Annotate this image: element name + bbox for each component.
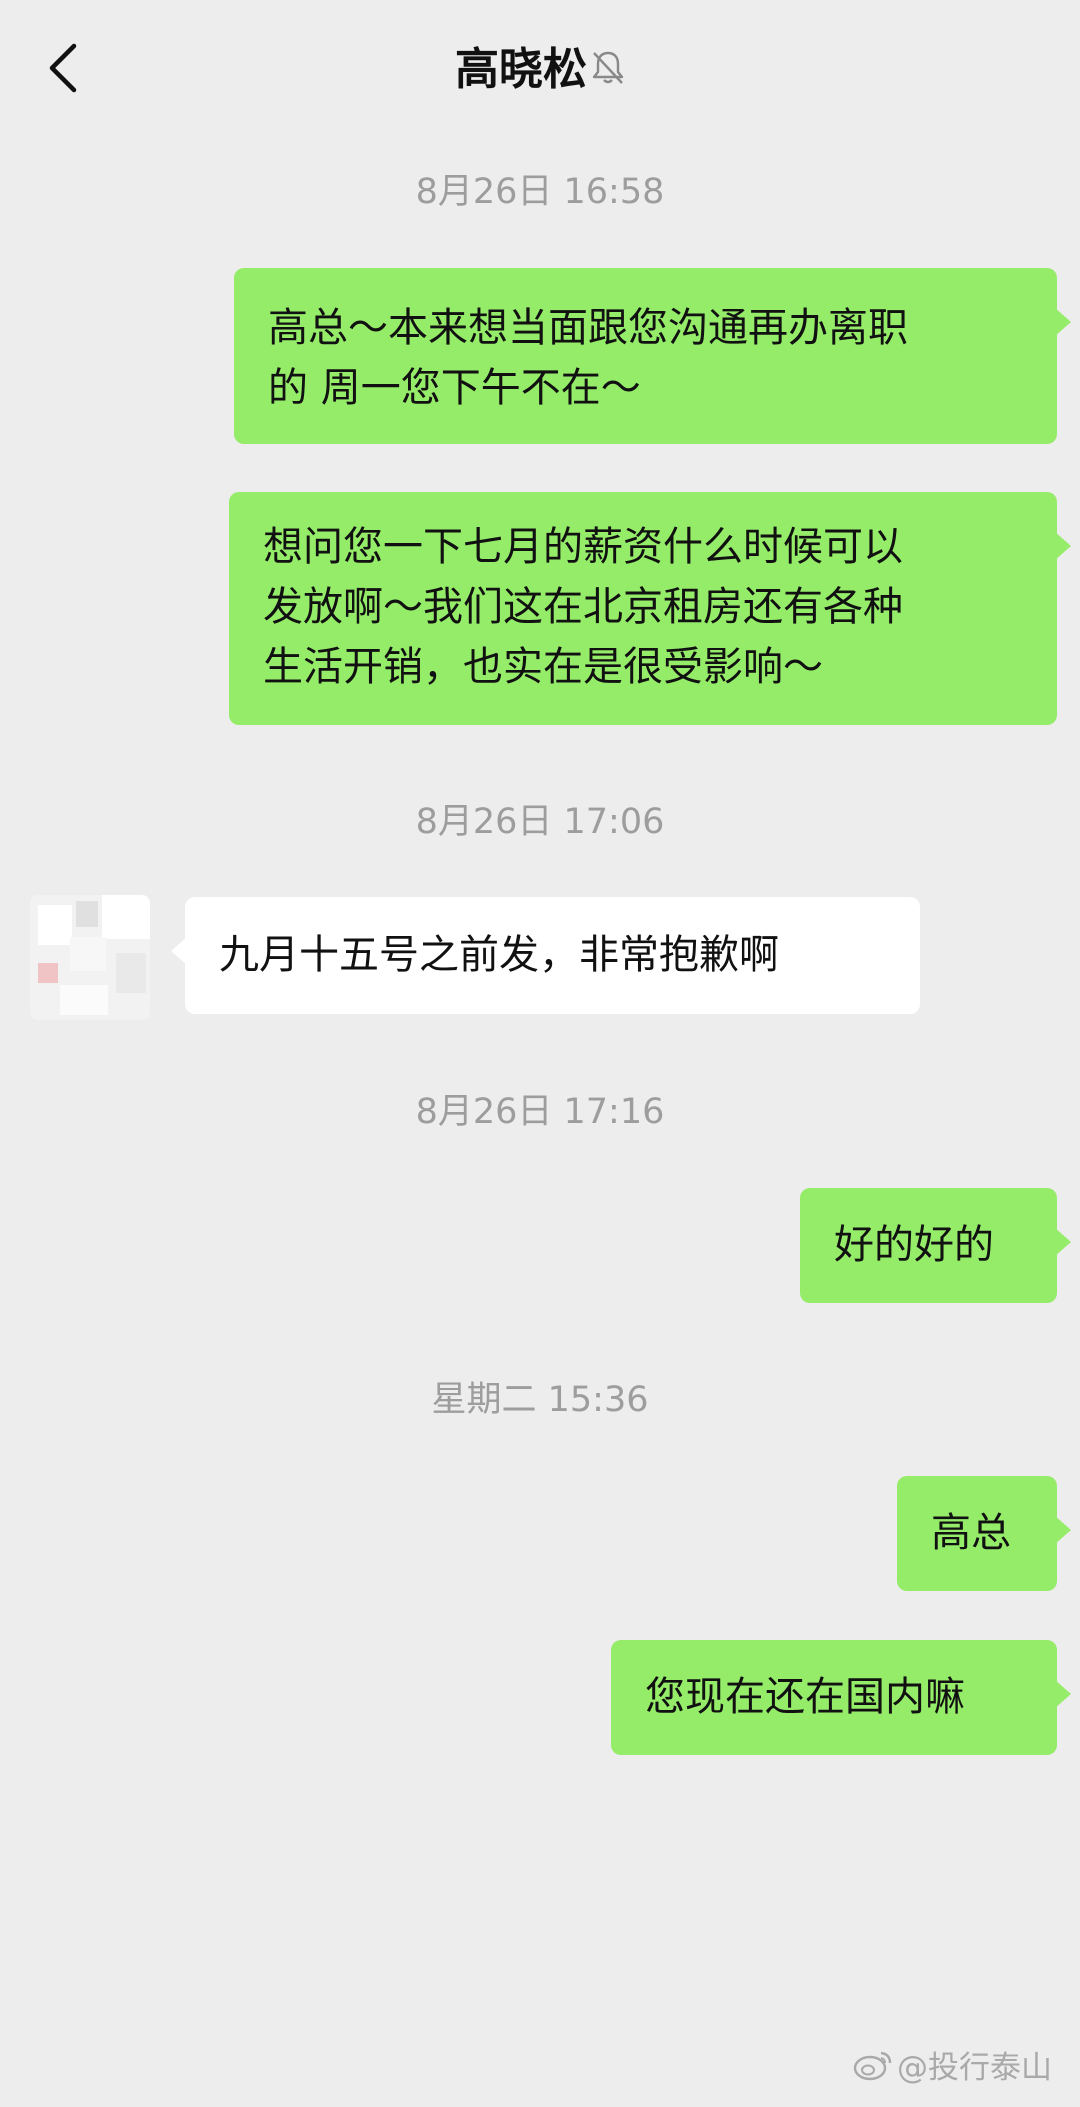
sent-message-bubble[interactable]: 高总～本来想当面跟您沟通再办离职 的 周一您下午不在～ [234,268,1071,444]
sent-message-bubble[interactable]: 高总 [897,1476,1071,1591]
sent-message-bubble[interactable]: 想问您一下七月的薪资什么时候可以 发放啊～我们这在北京租房还有各种 生活开销，也… [229,492,1071,725]
chat-title: 高晓松 [0,30,1080,110]
muted-bell-icon [592,51,624,84]
watermark-text: @投行泰山 [897,2050,1052,2086]
message-line: 的 周一您下午不在～ [268,365,641,411]
sent-message-bubble[interactable]: 您现在还在国内嘛 [611,1640,1071,1755]
timestamp: 8月26日 17:16 [415,1092,665,1132]
message-line: 高总～本来想当面跟您沟通再办离职 [268,305,908,351]
message-line: 想问您一下七月的薪资什么时候可以 [263,524,903,570]
timestamp: 星期二 15:36 [431,1380,649,1420]
message-line: 好的好的 [834,1222,994,1268]
chat-header: 高晓松 [0,0,1080,140]
avatar[interactable] [30,895,150,1020]
message-line: 高总 [931,1510,1011,1556]
weibo-logo-icon [853,2051,892,2080]
sent-message-bubble[interactable]: 好的好的 [800,1188,1071,1303]
watermark: @投行泰山 [853,2042,1052,2087]
message-line: 九月十五号之前发，非常抱歉啊 [219,932,779,978]
contact-name: 高晓松 [455,44,587,95]
message-line: 生活开销，也实在是很受影响～ [263,644,823,690]
message-line: 您现在还在国内嘛 [645,1674,965,1720]
received-message-bubble[interactable]: 九月十五号之前发，非常抱歉啊 [171,897,920,1014]
timestamp: 8月26日 17:06 [415,802,665,842]
message-line: 发放啊～我们这在北京租房还有各种 [263,584,903,630]
timestamp: 8月26日 16:58 [415,172,665,212]
